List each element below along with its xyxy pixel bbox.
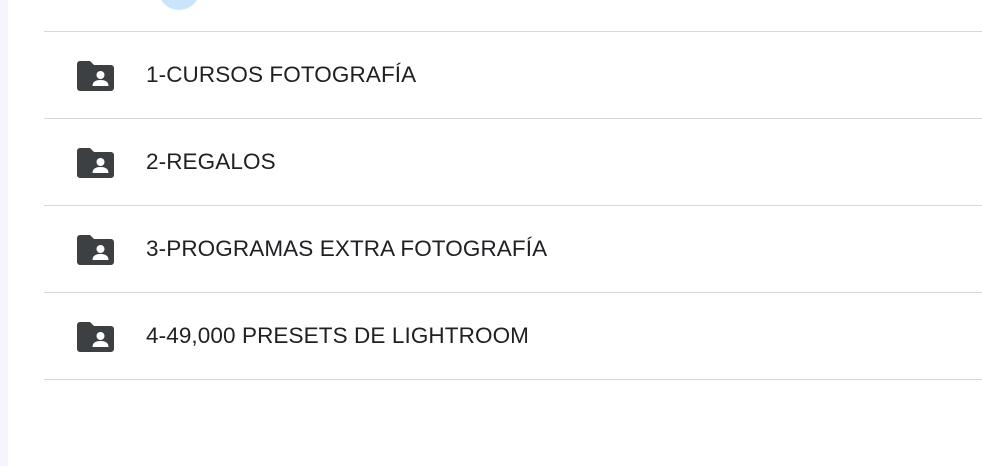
folder-name: 4-49,000 PRESETS DE LIGHTROOM <box>146 323 530 348</box>
shared-folder-icon <box>77 322 114 352</box>
folder-name: 1-CURSOS FOTOGRAFÍA <box>146 62 417 87</box>
avatar[interactable] <box>158 0 200 10</box>
shared-folder-icon <box>77 148 114 178</box>
shared-folder-icon <box>77 61 114 91</box>
folder-name: 2-REGALOS <box>146 149 276 174</box>
drive-folder-view: 1-CURSOS FOTOGRAFÍA 2-REGALOS 3-PROGRAMA… <box>0 0 982 466</box>
folder-name: 3-PROGRAMAS EXTRA FOTOGRAFÍA <box>146 236 548 261</box>
folder-row[interactable]: 3-PROGRAMAS EXTRA FOTOGRAFÍA <box>44 206 982 293</box>
left-rail <box>0 0 8 466</box>
folder-row[interactable]: 1-CURSOS FOTOGRAFÍA <box>44 32 982 119</box>
folder-row[interactable]: 4-49,000 PRESETS DE LIGHTROOM <box>44 293 982 380</box>
folder-list: 1-CURSOS FOTOGRAFÍA 2-REGALOS 3-PROGRAMA… <box>44 31 982 380</box>
shared-folder-icon <box>77 235 114 265</box>
folder-row[interactable]: 2-REGALOS <box>44 119 982 206</box>
